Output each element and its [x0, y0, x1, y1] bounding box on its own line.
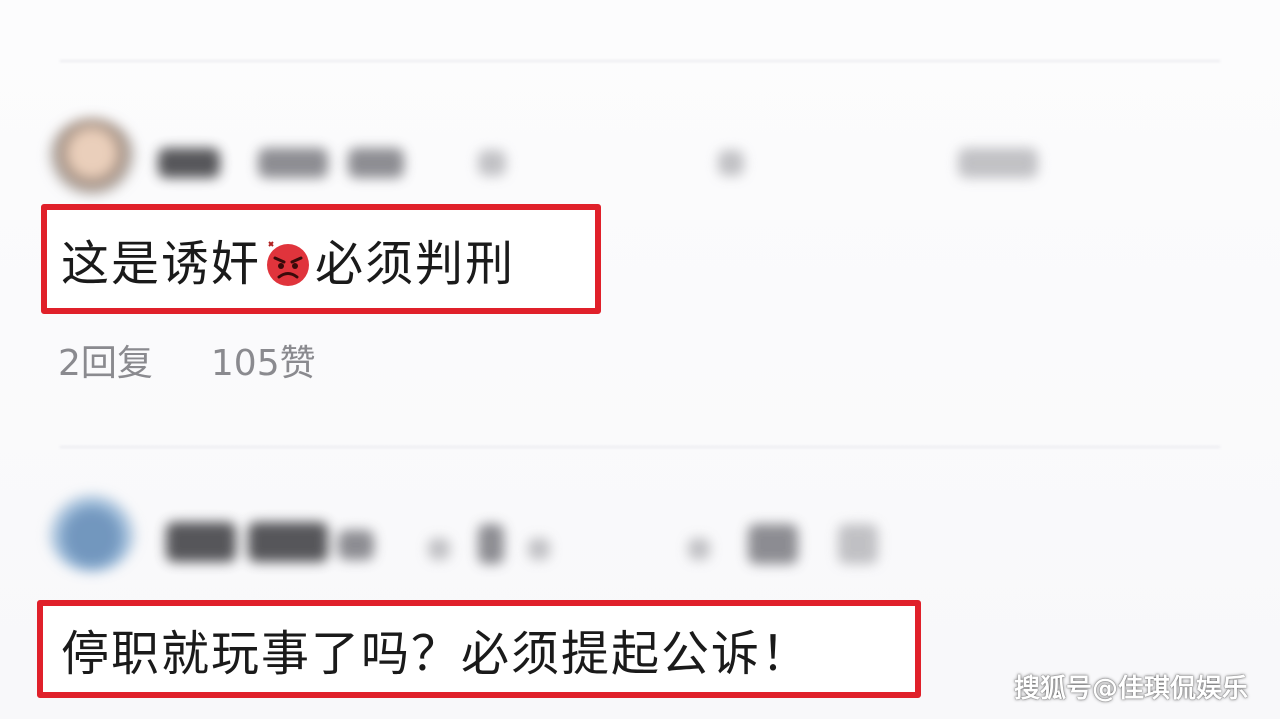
- timestamp-blur: [958, 148, 1038, 178]
- username-blur: [348, 148, 404, 178]
- reply-count-button[interactable]: 2回复: [58, 334, 153, 386]
- divider: [60, 446, 1220, 448]
- username-blur: [158, 148, 220, 178]
- badge-blur: [528, 538, 550, 560]
- badge-blur: [478, 524, 504, 564]
- like-count-button[interactable]: 105赞: [211, 334, 316, 386]
- badge-blur: [688, 538, 710, 560]
- username-blur: [338, 530, 374, 560]
- comment-1-user-header: [48, 118, 1148, 198]
- divider: [60, 60, 1220, 62]
- comment-1-highlight: 这是诱奸 必须判刑: [41, 204, 601, 314]
- comment-1-text: 这是诱奸 必须判刑: [61, 236, 516, 292]
- badge-blur: [478, 150, 506, 176]
- username-blur: [166, 522, 236, 562]
- watermark: 搜狐号@佳琪侃娱乐: [1013, 674, 1248, 704]
- comment-2-highlight: 停职就玩事了吗？必须提起公诉！: [37, 600, 921, 698]
- avatar[interactable]: [48, 494, 136, 572]
- username-blur: [258, 148, 328, 178]
- badge-blur: [428, 538, 450, 560]
- angry-face-icon: [267, 241, 310, 286]
- comment-2-user-header: [48, 494, 1148, 574]
- comment-2-text: 停职就玩事了吗？必须提起公诉！: [61, 626, 812, 682]
- username-blur: [248, 522, 328, 562]
- timestamp-blur: [838, 524, 878, 564]
- avatar[interactable]: [48, 118, 136, 196]
- badge-blur: [718, 150, 744, 176]
- comment-1-meta: 2回复 105赞: [58, 334, 316, 386]
- timestamp-blur: [748, 524, 798, 564]
- comment-screenshot: 这是诱奸 必须判刑 2回复 105赞 停职就玩事了吗？必须提起公诉！ 搜狐号@佳…: [0, 0, 1280, 719]
